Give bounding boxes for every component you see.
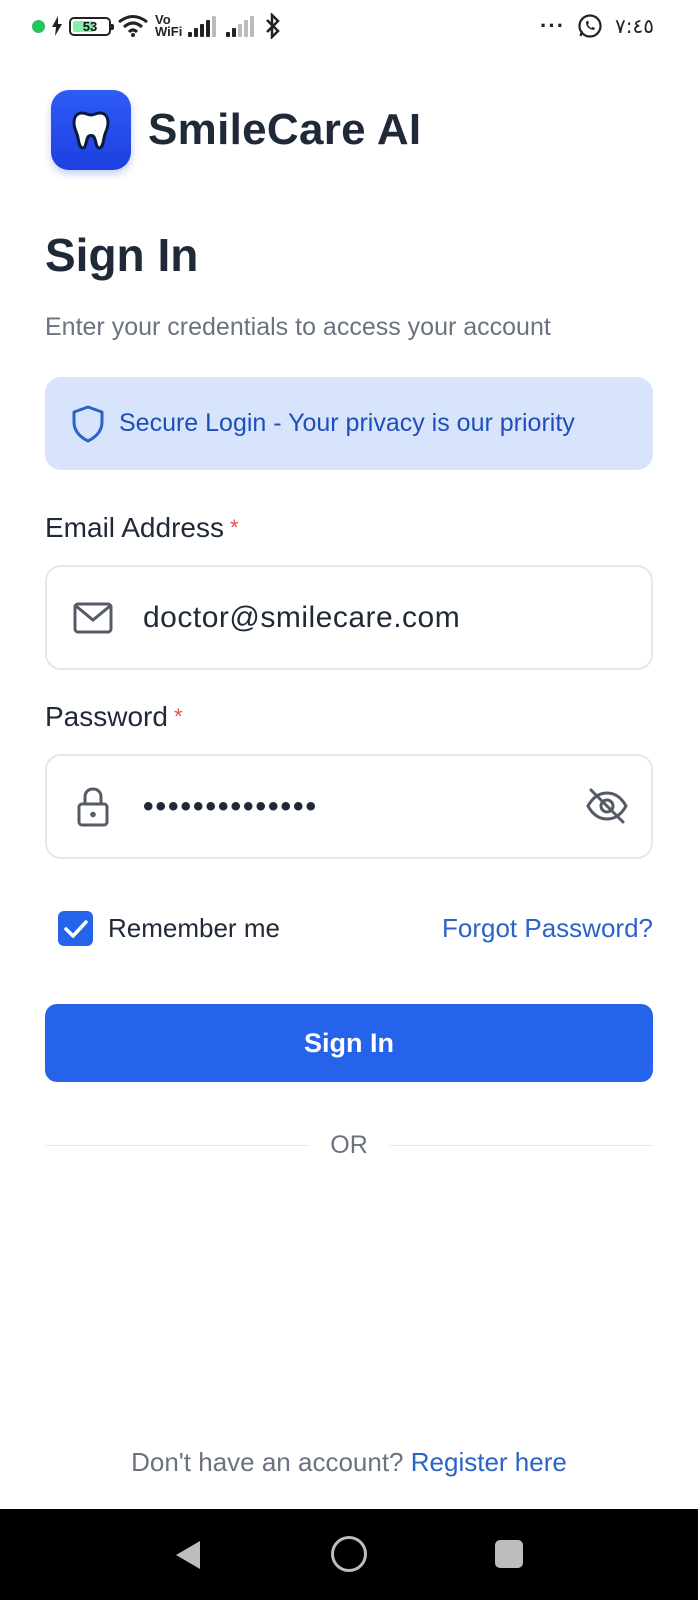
divider-line-right — [389, 1145, 653, 1146]
whatsapp-icon — [578, 14, 602, 38]
shield-icon — [72, 405, 104, 442]
password-label: Password * — [45, 701, 183, 733]
page-subtitle: Enter your credentials to access your ac… — [45, 313, 551, 341]
register-link[interactable]: Register here — [411, 1447, 567, 1477]
register-prompt-text: Don't have an account? — [131, 1447, 404, 1477]
vowifi-bottom: WiFi — [155, 24, 183, 39]
or-divider: OR — [45, 1128, 653, 1164]
signal-2-icon — [226, 15, 255, 37]
wifi-icon — [118, 15, 148, 37]
page-title: Sign In — [45, 229, 199, 281]
tooth-icon — [72, 111, 110, 150]
overflow-indicator: ··· — [540, 13, 566, 38]
secure-login-banner: Secure Login - Your privacy is our prior… — [45, 377, 653, 470]
password-label-text: Password — [45, 701, 168, 732]
home-icon[interactable] — [331, 1536, 367, 1572]
email-required-mark: * — [229, 515, 239, 540]
brand-header: SmileCare AI — [51, 90, 421, 170]
charging-icon — [52, 16, 62, 36]
clock: ٧:٤٥ — [615, 14, 654, 38]
email-label-text: Email Address — [45, 512, 224, 543]
brand-name: SmileCare AI — [148, 105, 422, 154]
email-field-container[interactable] — [45, 565, 653, 670]
camera-indicator-dot — [32, 19, 45, 33]
secure-login-text: Secure Login - Your privacy is our prior… — [119, 409, 575, 437]
remember-me-label: Remember me — [108, 913, 280, 943]
status-left: 53 Vo WiFi — [32, 10, 282, 42]
system-navigation-bar — [0, 1509, 698, 1600]
battery-level: 53 — [82, 18, 98, 34]
mail-icon — [69, 602, 117, 634]
register-prompt: Don't have an account? Register here — [0, 1447, 698, 1478]
status-right: ··· ٧:٤٥ — [540, 10, 654, 42]
email-input[interactable] — [143, 600, 543, 635]
status-bar: 53 Vo WiFi ··· ٧:٤٥ — [0, 0, 698, 52]
eye-off-icon[interactable] — [585, 786, 629, 831]
password-input[interactable]: •••••••••••••• — [143, 790, 318, 824]
vowifi-label: Vo WiFi — [155, 13, 183, 39]
recents-icon[interactable] — [495, 1540, 523, 1568]
remember-me-checkbox[interactable] — [58, 911, 93, 946]
sign-in-button[interactable]: Sign In — [45, 1004, 653, 1082]
check-icon — [63, 919, 88, 938]
back-icon[interactable] — [174, 1539, 202, 1571]
password-required-mark: * — [173, 704, 183, 729]
bluetooth-icon — [266, 13, 281, 39]
brand-logo — [51, 90, 131, 170]
signal-1-icon — [188, 15, 217, 37]
forgot-password-link[interactable]: Forgot Password? — [442, 913, 653, 944]
password-field-container[interactable]: •••••••••••••• — [45, 754, 653, 859]
battery-icon: 53 — [69, 16, 114, 36]
lock-icon — [69, 786, 117, 828]
email-label: Email Address * — [45, 512, 239, 544]
remember-me[interactable]: Remember me — [58, 911, 280, 946]
